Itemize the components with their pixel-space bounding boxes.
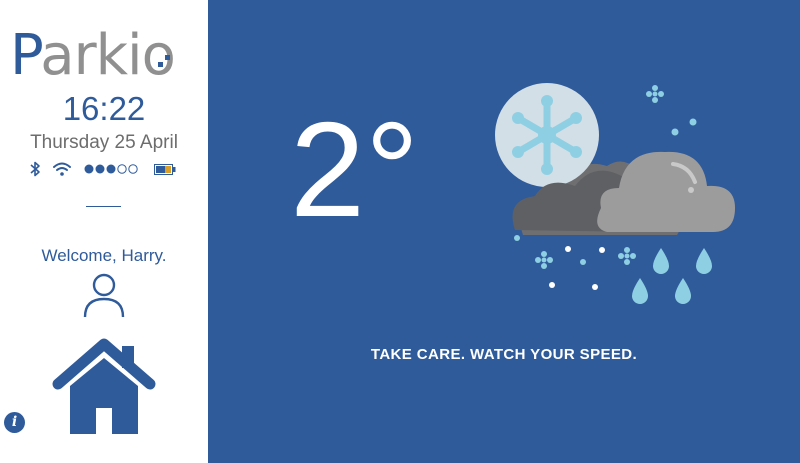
safety-message: TAKE CARE. WATCH YOUR SPEED. <box>370 346 638 363</box>
signal-dots-icon <box>84 164 138 174</box>
logo-pixel-dots <box>158 55 170 67</box>
clock-time: 16:22 <box>62 90 146 127</box>
divider <box>86 206 121 207</box>
clock-date: Thursday 25 April <box>30 132 178 153</box>
snow-rain-cloud-icon <box>495 83 735 304</box>
welcome-message: Welcome, Harry. <box>41 246 167 265</box>
info-button-icon[interactable]: i <box>4 412 25 433</box>
parkio-logo: Parkio <box>10 23 176 88</box>
status-bar <box>26 160 186 180</box>
bluetooth-icon <box>30 161 40 177</box>
temperature-readout: 2° <box>290 94 420 245</box>
battery-icon <box>154 164 176 175</box>
user-profile-icon[interactable] <box>82 272 126 318</box>
home-button-icon[interactable] <box>52 338 156 438</box>
sidebar: Parkio 16:22 Thursday 25 April Welcome, … <box>0 0 208 463</box>
wifi-icon <box>53 162 71 176</box>
